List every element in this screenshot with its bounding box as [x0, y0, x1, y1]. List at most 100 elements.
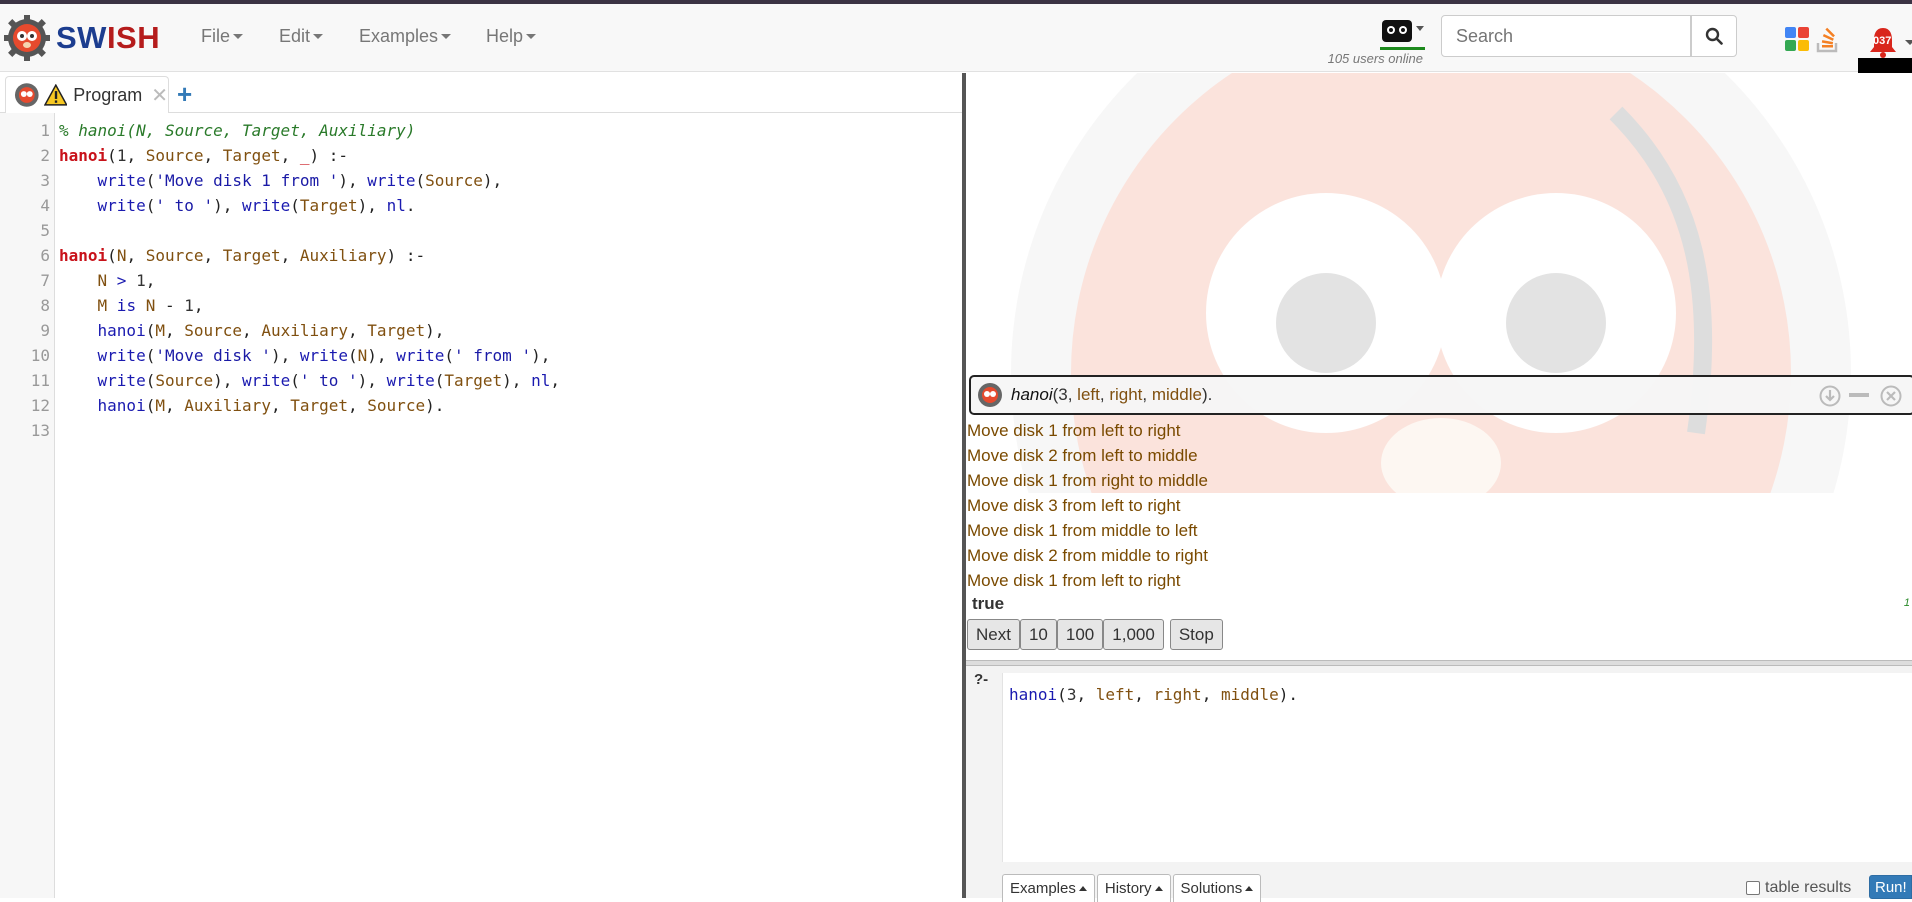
code-line: 13: [0, 418, 962, 443]
code-text: write('Move disk 1 from '), write(Source…: [97, 171, 503, 190]
tab-program-label: Program: [73, 84, 143, 105]
code-line: 4 write(' to '), write(Target), nl.: [0, 193, 962, 218]
line-number: 9: [40, 321, 50, 340]
query-editor[interactable]: hanoi(3, left, right, middle).: [1002, 673, 1912, 862]
notifications-menu[interactable]: 037: [1868, 26, 1912, 60]
chevron-up-icon: [1078, 886, 1087, 891]
search-input[interactable]: [1441, 15, 1691, 57]
query-code: hanoi(3, left, right, middle).: [1009, 685, 1299, 704]
stop-button[interactable]: Stop: [1169, 619, 1223, 650]
brand-text-sw: SW: [56, 20, 107, 55]
editor-tabbar: Program ✕ +: [0, 73, 962, 113]
code-line: 10 write('Move disk '), write(N), write(…: [0, 343, 962, 368]
examples-label: Examples: [1010, 880, 1076, 897]
query-arg: right: [1109, 385, 1143, 404]
navbar: SWISH File Edit Examples Help 105 users …: [0, 4, 1912, 72]
minimize-icon[interactable]: [1849, 393, 1869, 399]
swish-file-icon: [14, 83, 39, 107]
history-label: History: [1104, 880, 1152, 897]
code-text: hanoi(M, Source, Auxiliary, Target),: [97, 321, 445, 340]
line-number: 12: [30, 396, 50, 415]
answer-buttons: Next 10 100 1,000 Stop: [967, 619, 1223, 650]
output-line: Move disk 2 from left to middle: [967, 446, 1198, 465]
brand-text-ish: ISH: [106, 20, 161, 55]
close-icon[interactable]: [1880, 385, 1902, 407]
chevron-down-icon: [1905, 40, 1912, 45]
line-number: 6: [40, 246, 50, 265]
line-number: 2: [40, 146, 50, 165]
swish-logo-icon: [4, 15, 50, 61]
next-10-button[interactable]: 10: [1019, 619, 1057, 650]
chevron-down-icon: [441, 34, 452, 39]
code-text: N > 1,: [97, 271, 156, 290]
code-line: 7 N > 1,: [0, 268, 962, 293]
line-number: 10: [30, 346, 50, 365]
menu-examples[interactable]: Examples: [359, 26, 452, 47]
next-1000-button[interactable]: 1,000: [1103, 619, 1164, 650]
close-icon[interactable]: ✕: [151, 83, 168, 108]
line-number: 8: [40, 296, 50, 315]
table-results-label: table results: [1765, 879, 1852, 896]
code-text: hanoi(N, Source, Target, Auxiliary) :-: [59, 246, 426, 265]
menu-file[interactable]: File: [201, 26, 244, 47]
code-line: 12 hanoi(M, Auxiliary, Target, Source).: [0, 393, 962, 418]
line-number: 7: [40, 271, 50, 290]
line-number: 4: [40, 196, 50, 215]
run-button[interactable]: Run!: [1869, 875, 1912, 899]
query-open: (3,: [1052, 385, 1078, 404]
program-editor[interactable]: 1 % hanoi(N, Source, Target, Auxiliary) 2…: [0, 113, 962, 898]
query-predicate: hanoi: [1011, 385, 1053, 404]
chevron-down-icon: [526, 34, 537, 39]
table-results-checkbox[interactable]: [1746, 881, 1760, 895]
next-100-button[interactable]: 100: [1056, 619, 1104, 650]
stack-overflow-icon[interactable]: [1814, 26, 1842, 54]
query-close: ).: [1201, 385, 1213, 404]
chevron-up-icon: [1154, 886, 1163, 891]
query-header: hanoi(3, left, right, middle).: [969, 375, 1912, 415]
tab-program[interactable]: Program ✕: [5, 76, 169, 113]
menu-help[interactable]: Help: [486, 26, 537, 47]
runtime-indicator: 1: [1903, 597, 1910, 609]
google-groups-icon[interactable]: [1784, 26, 1810, 52]
menu-edit-label: Edit: [279, 26, 311, 46]
query-arg: left: [1077, 385, 1100, 404]
search-button[interactable]: [1691, 15, 1737, 57]
menu-file-label: File: [201, 26, 231, 46]
answer-true: true: [972, 594, 1005, 613]
users-avatar-icon: [1380, 20, 1425, 50]
code-line: 11 write(Source), write(' to '), write(T…: [0, 368, 962, 393]
next-button[interactable]: Next: [967, 619, 1020, 650]
add-tab-button[interactable]: +: [177, 79, 192, 110]
line-number: 3: [40, 171, 50, 190]
users-menu[interactable]: [1380, 18, 1426, 52]
code-text: write(Source), write(' to '), write(Targ…: [97, 371, 560, 390]
output-line: Move disk 1 from left to right: [967, 421, 1181, 440]
code-line: 8 M is N - 1,: [0, 293, 962, 318]
table-results-toggle[interactable]: table results: [1746, 879, 1851, 897]
solutions-label: Solutions: [1180, 880, 1243, 897]
brand[interactable]: SWISH: [4, 10, 160, 66]
output-line: Move disk 2 from middle to right: [967, 546, 1208, 565]
menu-help-label: Help: [486, 26, 524, 46]
menu-edit[interactable]: Edit: [279, 26, 324, 47]
code-text: hanoi(M, Auxiliary, Target, Source).: [97, 396, 445, 415]
code-line: 6 hanoi(N, Source, Target, Auxiliary) :-: [0, 243, 962, 268]
code-text: % hanoi(N, Source, Target, Auxiliary): [59, 121, 416, 140]
results-pane: hanoi(3, left, right, middle). Move disk…: [966, 73, 1912, 660]
line-number: 13: [30, 421, 50, 440]
code-text: hanoi(1, Source, Target, _) :-: [59, 146, 349, 165]
chevron-down-icon: [233, 34, 244, 39]
code-text: write(' to '), write(Target), nl.: [97, 196, 416, 215]
line-number: 5: [40, 221, 50, 240]
code-line: 3 write('Move disk 1 from '), write(Sour…: [0, 168, 962, 193]
users-online-count: 105 users online: [1327, 51, 1423, 66]
code-line: 5: [0, 218, 962, 243]
swish-query-icon: [978, 383, 1002, 407]
brand-text: SWISH: [56, 20, 160, 56]
output-line: Move disk 1 from left to right: [967, 571, 1181, 590]
query-text: hanoi(3, left, right, middle).: [1011, 385, 1213, 404]
code-line: 9 hanoi(M, Source, Auxiliary, Target),: [0, 318, 962, 343]
line-number: 11: [30, 371, 50, 390]
code-line: 2 hanoi(1, Source, Target, _) :-: [0, 143, 962, 168]
download-icon[interactable]: [1819, 385, 1841, 407]
